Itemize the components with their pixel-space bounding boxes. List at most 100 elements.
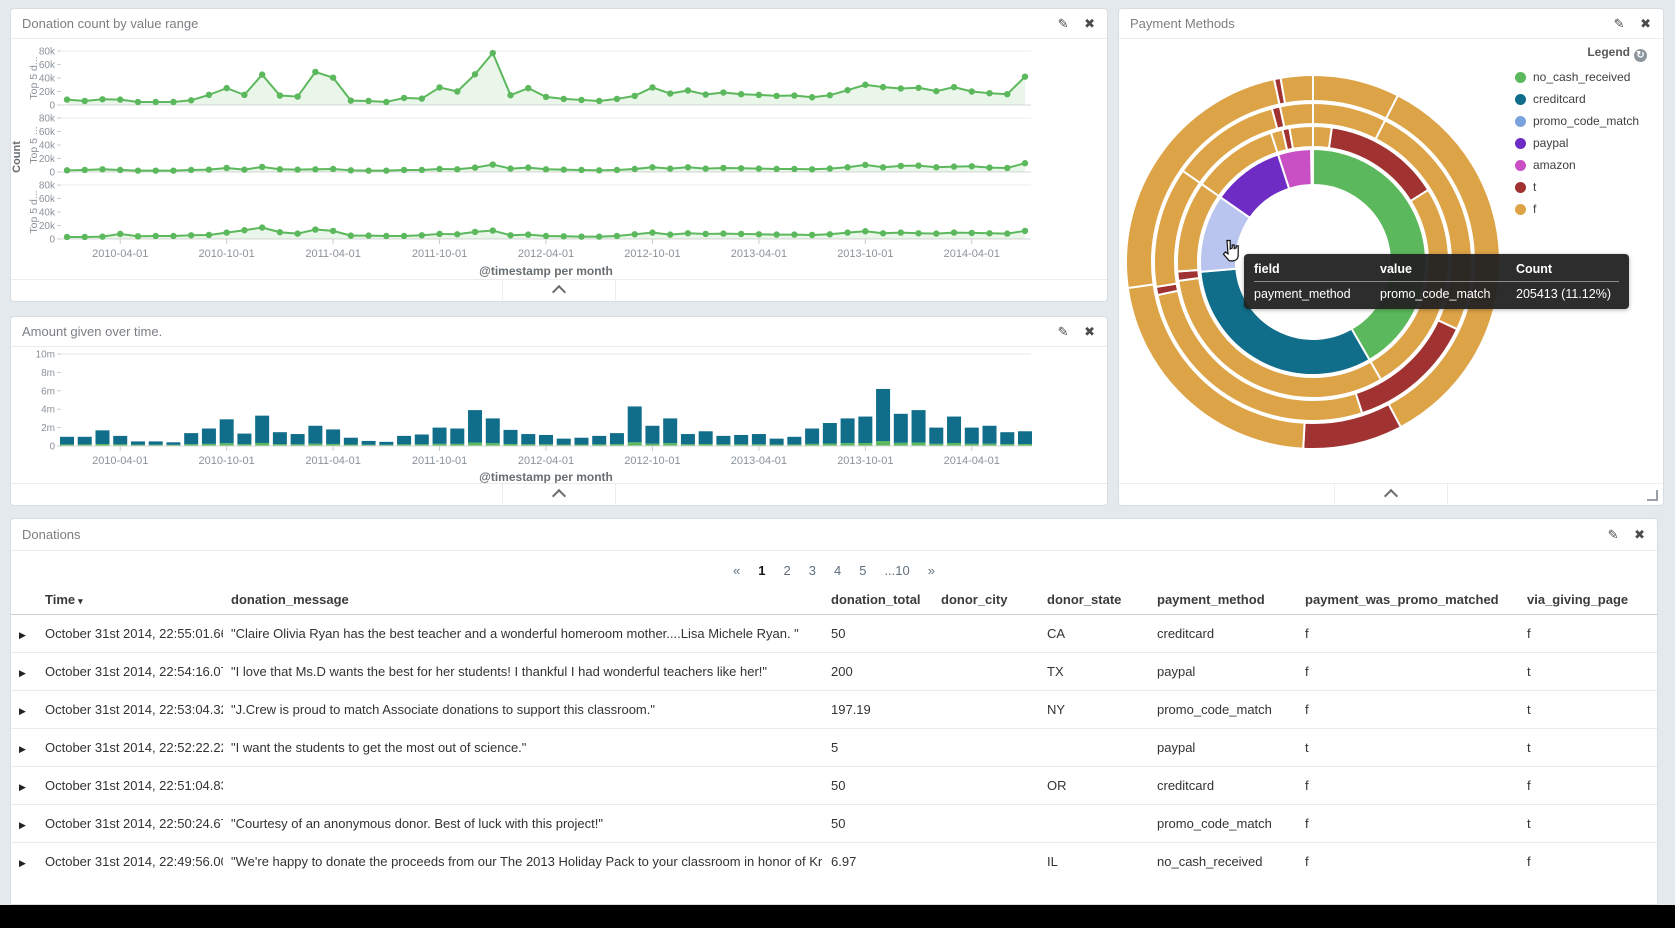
legend-item[interactable]: promo_code_match xyxy=(1515,114,1647,128)
bar-segment-teal[interactable] xyxy=(663,418,677,443)
data-point[interactable] xyxy=(862,228,868,234)
data-point[interactable] xyxy=(170,99,176,105)
data-point[interactable] xyxy=(773,93,779,99)
page-next-button[interactable]: » xyxy=(928,563,935,578)
bar-segment-teal[interactable] xyxy=(237,434,251,445)
row-expand-caret[interactable]: ▶ xyxy=(19,782,26,792)
row-expand-caret[interactable]: ▶ xyxy=(19,630,26,640)
data-point[interactable] xyxy=(791,231,797,237)
data-point[interactable] xyxy=(135,99,141,105)
data-point[interactable] xyxy=(649,84,655,90)
data-point[interactable] xyxy=(986,230,992,236)
data-point[interactable] xyxy=(561,166,567,172)
data-point[interactable] xyxy=(117,231,123,237)
data-point[interactable] xyxy=(348,232,354,238)
column-header-via_giving_page[interactable]: via_giving_page xyxy=(1519,585,1657,615)
bar-segment-teal[interactable] xyxy=(308,426,322,444)
bar-segment-teal[interactable] xyxy=(379,442,393,445)
bar-segment-teal[interactable] xyxy=(184,433,198,444)
data-point[interactable] xyxy=(383,233,389,239)
data-point[interactable] xyxy=(809,94,815,100)
bar-chart[interactable]: 10m8m6m4m2m02010-04-012010-10-012011-04-… xyxy=(11,346,1107,484)
data-point[interactable] xyxy=(99,96,105,102)
column-header-payment_method[interactable]: payment_method xyxy=(1149,585,1297,615)
data-point[interactable] xyxy=(1004,230,1010,236)
data-point[interactable] xyxy=(738,91,744,97)
data-point[interactable] xyxy=(525,164,531,170)
edit-pencil-icon[interactable]: ✎ xyxy=(1608,519,1619,550)
legend-item[interactable]: creditcard xyxy=(1515,92,1647,106)
column-header-time[interactable]: Time▾ xyxy=(37,585,223,615)
bar-segment-teal[interactable] xyxy=(326,429,340,443)
collapse-button[interactable] xyxy=(1334,484,1448,504)
data-point[interactable] xyxy=(809,232,815,238)
bar-segment-teal[interactable] xyxy=(894,414,908,443)
data-point[interactable] xyxy=(312,69,318,75)
bar-segment-teal[interactable] xyxy=(929,428,943,444)
close-icon[interactable]: ✖ xyxy=(1084,9,1095,38)
row-expand-caret[interactable]: ▶ xyxy=(19,706,26,716)
data-point[interactable] xyxy=(153,167,159,173)
bar-segment-teal[interactable] xyxy=(415,435,429,445)
data-point[interactable] xyxy=(1022,73,1028,79)
data-point[interactable] xyxy=(1022,228,1028,234)
data-point[interactable] xyxy=(294,93,300,99)
data-point[interactable] xyxy=(543,233,549,239)
data-point[interactable] xyxy=(827,231,833,237)
data-point[interactable] xyxy=(844,87,850,93)
page-button-10[interactable]: ...10 xyxy=(884,563,909,578)
bar-segment-teal[interactable] xyxy=(539,435,553,444)
data-point[interactable] xyxy=(525,85,531,91)
data-point[interactable] xyxy=(507,165,513,171)
bar-segment-teal[interactable] xyxy=(60,437,74,445)
data-point[interactable] xyxy=(436,231,442,237)
page-button-2[interactable]: 2 xyxy=(784,563,791,578)
legend-item[interactable]: f xyxy=(1515,202,1647,216)
bar-segment-teal[interactable] xyxy=(681,434,695,444)
data-point[interactable] xyxy=(614,96,620,102)
data-point[interactable] xyxy=(241,92,247,98)
data-point[interactable] xyxy=(454,231,460,237)
data-point[interactable] xyxy=(99,233,105,239)
data-point[interactable] xyxy=(632,166,638,172)
edit-pencil-icon[interactable]: ✎ xyxy=(1058,9,1069,38)
data-point[interactable] xyxy=(419,232,425,238)
data-point[interactable] xyxy=(685,230,691,236)
data-point[interactable] xyxy=(436,166,442,172)
close-icon[interactable]: ✖ xyxy=(1634,519,1645,550)
data-point[interactable] xyxy=(383,99,389,105)
page-prev-button[interactable]: « xyxy=(733,563,740,578)
bar-segment-teal[interactable] xyxy=(645,426,659,444)
data-point[interactable] xyxy=(720,89,726,95)
data-point[interactable] xyxy=(649,229,655,235)
data-point[interactable] xyxy=(773,231,779,237)
data-point[interactable] xyxy=(915,230,921,236)
data-point[interactable] xyxy=(951,84,957,90)
data-point[interactable] xyxy=(898,229,904,235)
bar-segment-teal[interactable] xyxy=(787,437,801,445)
data-point[interactable] xyxy=(259,71,265,77)
data-point[interactable] xyxy=(525,231,531,237)
data-point[interactable] xyxy=(277,92,283,98)
bar-segment-teal[interactable] xyxy=(965,428,979,444)
data-point[interactable] xyxy=(490,161,496,167)
data-point[interactable] xyxy=(472,229,478,235)
data-point[interactable] xyxy=(951,229,957,235)
bar-segment-teal[interactable] xyxy=(610,433,624,444)
data-point[interactable] xyxy=(330,166,336,172)
data-point[interactable] xyxy=(578,97,584,103)
legend-item[interactable]: t xyxy=(1515,180,1647,194)
data-point[interactable] xyxy=(490,227,496,233)
data-point[interactable] xyxy=(915,85,921,91)
column-header-donation_total[interactable]: donation_total xyxy=(823,585,933,615)
data-point[interactable] xyxy=(117,96,123,102)
data-point[interactable] xyxy=(294,166,300,172)
data-point[interactable] xyxy=(685,87,691,93)
row-expand-caret[interactable]: ▶ xyxy=(19,744,26,754)
data-point[interactable] xyxy=(135,167,141,173)
data-point[interactable] xyxy=(898,85,904,91)
data-point[interactable] xyxy=(702,91,708,97)
bar-segment-teal[interactable] xyxy=(716,436,730,444)
data-point[interactable] xyxy=(64,167,70,173)
bar-segment-teal[interactable] xyxy=(397,436,411,444)
